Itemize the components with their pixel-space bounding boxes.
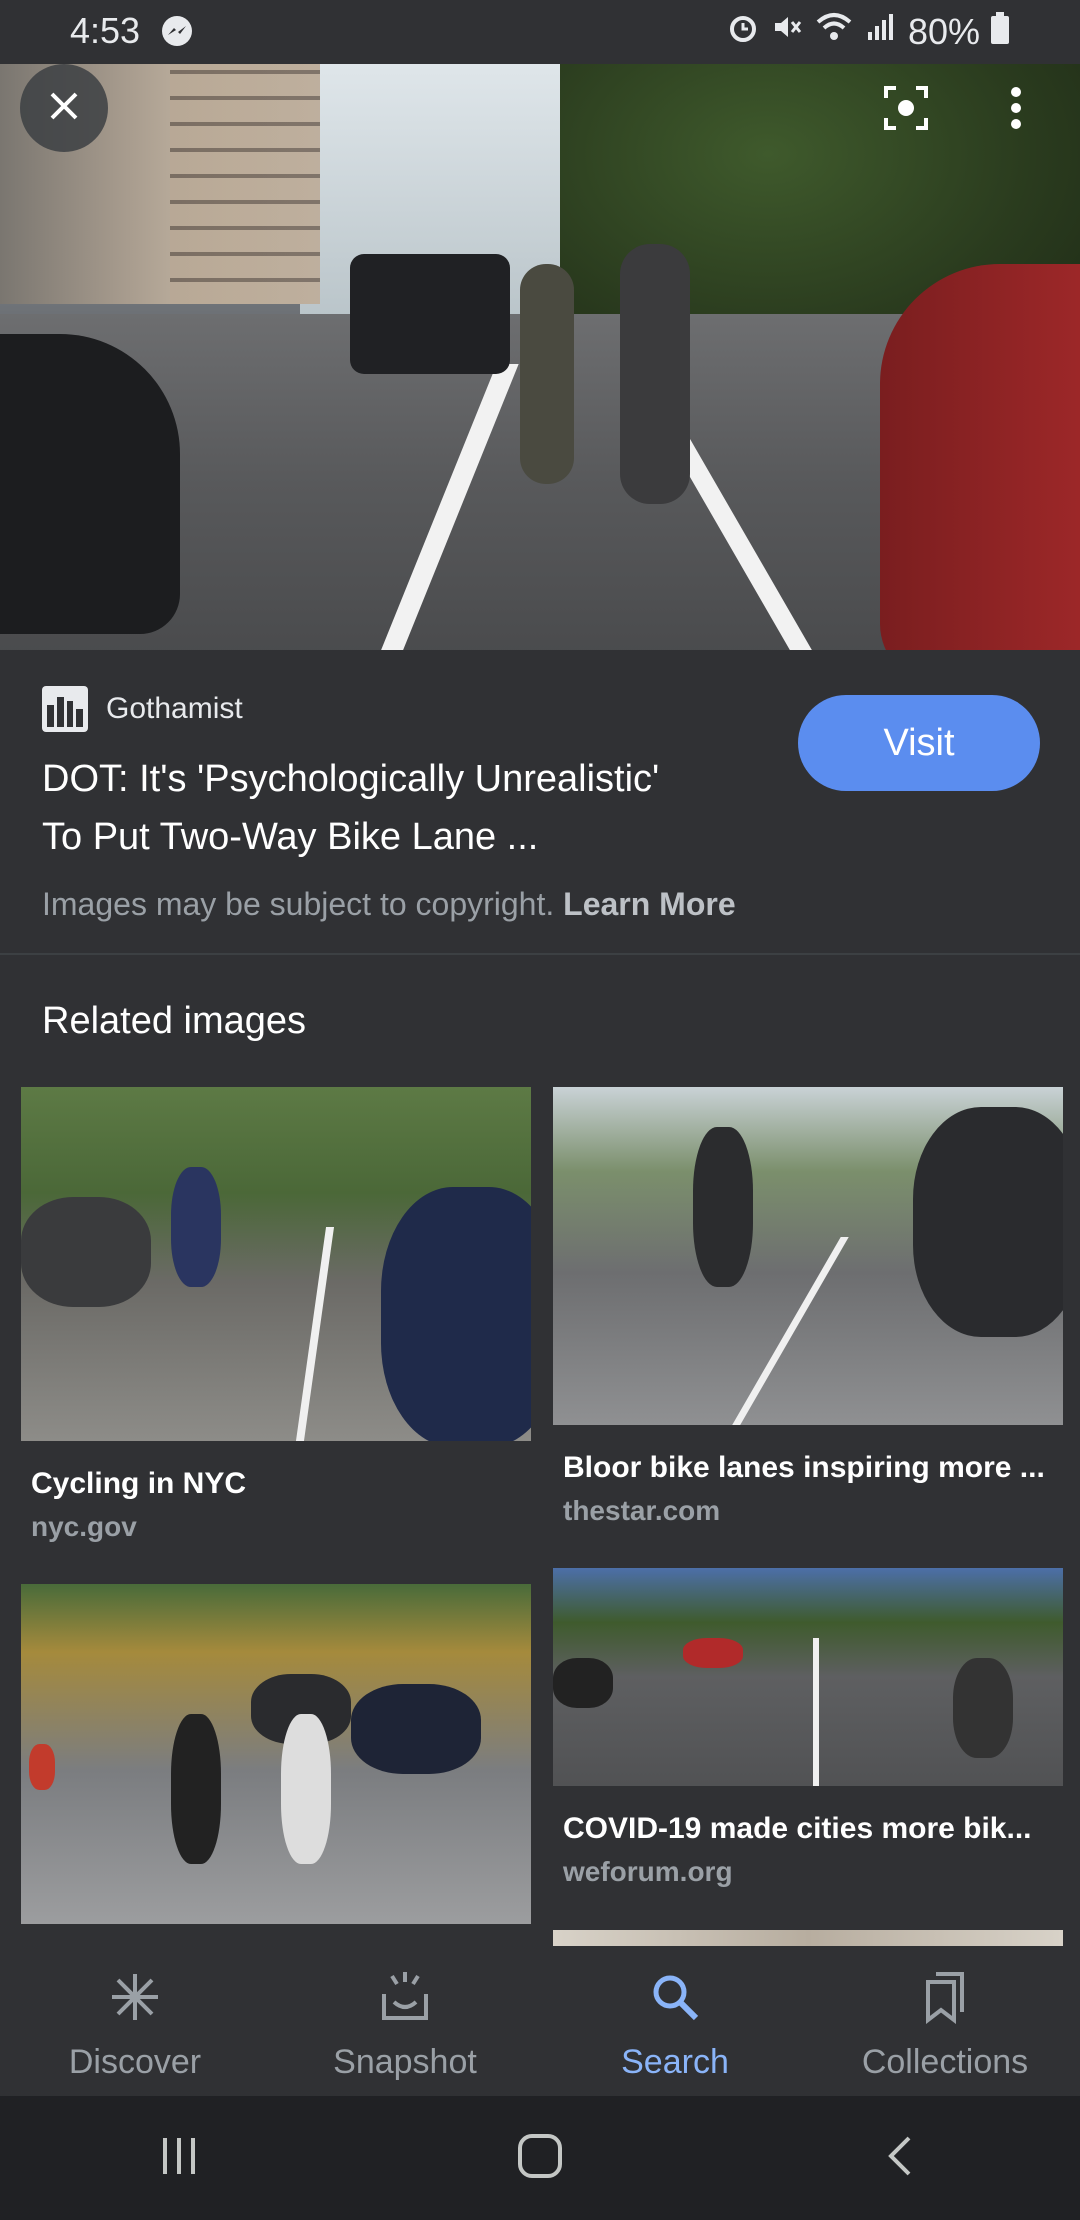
nav-search[interactable]: Search	[540, 1946, 810, 2096]
messenger-icon	[160, 14, 194, 57]
copyright-text: Images may be subject to copyright.	[42, 886, 555, 922]
related-thumbnail[interactable]	[21, 1087, 531, 1441]
alarm-icon	[726, 10, 760, 53]
more-vert-icon	[1008, 86, 1024, 135]
related-card[interactable]: COVID-19 made cities more bik... weforum…	[553, 1568, 1063, 1888]
result-title-line1: DOT: It's 'Psychologically Unrealistic'	[42, 758, 660, 800]
status-time: 4:53	[70, 10, 141, 51]
collections-icon	[918, 1970, 972, 2043]
signal-icon	[864, 10, 898, 53]
nav-discover-label: Discover	[68, 2043, 202, 2081]
more-options-button[interactable]	[972, 66, 1060, 154]
visit-button[interactable]: Visit	[798, 695, 1040, 791]
source-name: Gothamist	[106, 692, 243, 725]
related-card-title: Bloor bike lanes inspiring more ...	[563, 1451, 1045, 1484]
learn-more-link[interactable]: Learn More	[563, 886, 735, 922]
result-title-line2: To Put Two-Way Bike Lane ...	[42, 816, 539, 858]
snapshot-icon	[378, 1970, 432, 2043]
nav-search-label: Search	[621, 2043, 729, 2081]
source-row[interactable]: Gothamist	[42, 686, 243, 732]
nav-collections[interactable]: Collections	[810, 1946, 1080, 2096]
related-images-heading: Related images	[42, 1000, 307, 1042]
status-bar: 4:53 80%	[0, 0, 1080, 64]
copyright-notice: Images may be subject to copyright. Lear…	[42, 886, 736, 923]
gothamist-logo-icon	[42, 686, 88, 732]
close-button[interactable]	[20, 64, 108, 152]
lens-button[interactable]	[862, 66, 950, 154]
asterisk-icon	[108, 1970, 162, 2043]
related-thumbnail[interactable]	[553, 1568, 1063, 1786]
related-card[interactable]: Cycling in NYC nyc.gov	[21, 1087, 531, 1543]
related-card[interactable]	[21, 1584, 531, 1960]
divider	[0, 953, 1080, 955]
nav-collections-label: Collections	[861, 2043, 1029, 2081]
battery-text: 80%	[907, 10, 980, 52]
wifi-icon	[814, 10, 854, 53]
back-icon[interactable]	[879, 2134, 923, 2183]
close-icon	[44, 86, 84, 131]
recents-icon[interactable]	[157, 2134, 201, 2183]
related-card-title: COVID-19 made cities more bik...	[563, 1812, 1032, 1845]
related-card-source: thestar.com	[563, 1495, 721, 1526]
nav-discover[interactable]: Discover	[0, 1946, 270, 2096]
related-thumbnail[interactable]	[21, 1584, 531, 1924]
related-thumbnail[interactable]	[553, 1087, 1063, 1425]
lens-icon	[882, 84, 930, 137]
related-card[interactable]: Bloor bike lanes inspiring more ... thes…	[553, 1087, 1063, 1527]
related-card-title: Cycling in NYC	[31, 1467, 247, 1500]
status-icons: 80%	[726, 10, 1010, 53]
mute-icon	[770, 10, 804, 53]
search-icon	[648, 1970, 702, 2043]
nav-snapshot-label: Snapshot	[333, 2043, 477, 2081]
home-icon[interactable]	[516, 2132, 564, 2185]
battery-icon	[990, 11, 1010, 53]
system-navigation-bar	[0, 2096, 1080, 2220]
nav-snapshot[interactable]: Snapshot	[270, 1946, 540, 2096]
result-title[interactable]: DOT: It's 'Psychologically Unrealistic' …	[42, 750, 782, 866]
bottom-navigation: Discover Snapshot Search Collections	[0, 1946, 1080, 2096]
related-card-source: nyc.gov	[31, 1511, 137, 1542]
related-card-source: weforum.org	[563, 1856, 733, 1887]
